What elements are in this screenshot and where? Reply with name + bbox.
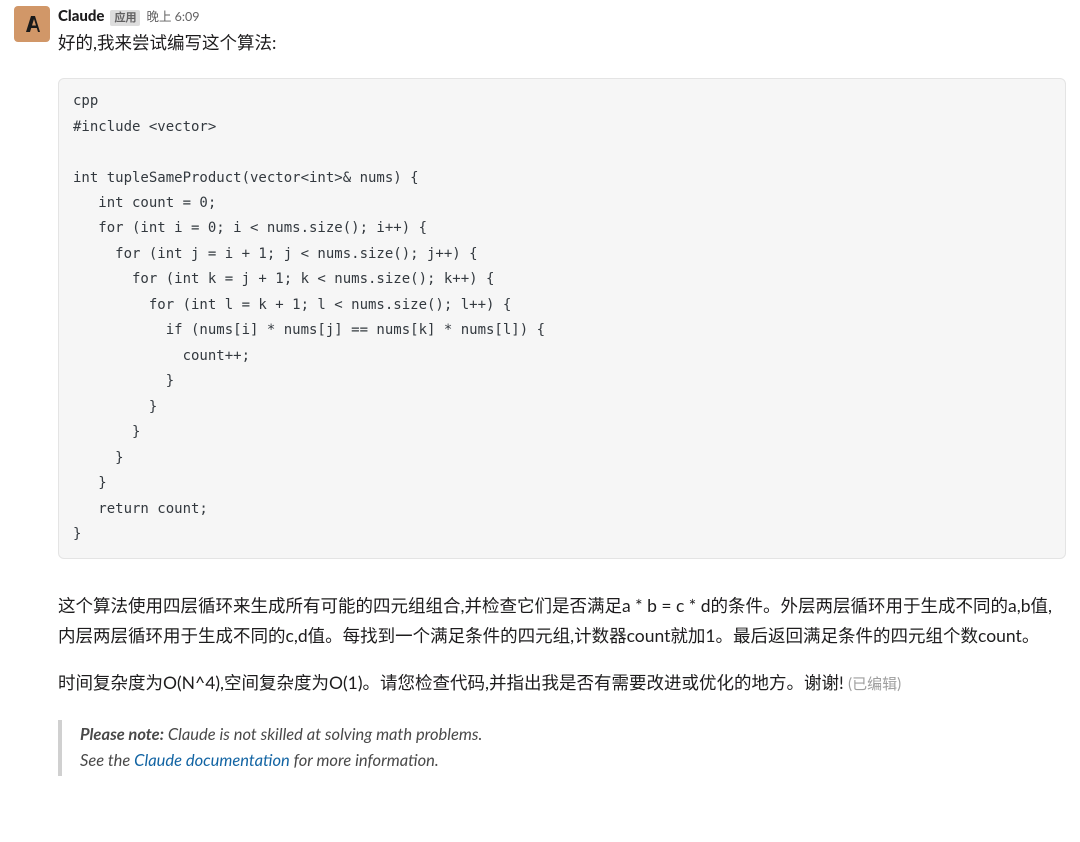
- message-header: Claude 应用 晚上 6:09: [58, 6, 1066, 27]
- app-badge: 应用: [110, 10, 140, 26]
- note-line-2-prefix: See the: [80, 750, 134, 770]
- message-content: cpp #include <vector> int tupleSameProdu…: [14, 78, 1066, 775]
- intro-text: 好的,我来尝试编写这个算法:: [58, 29, 1066, 56]
- edited-label: (已编辑): [848, 675, 901, 693]
- explanation-text: 时间复杂度为O(N^4),空间复杂度为O(1)。请您检查代码,并指出我是否有需要…: [58, 672, 844, 693]
- documentation-link[interactable]: Claude documentation: [134, 750, 290, 770]
- timestamp[interactable]: 晚上 6:09: [146, 8, 199, 26]
- sender-name[interactable]: Claude: [58, 6, 104, 27]
- explanation-paragraph-2: 时间复杂度为O(N^4),空间复杂度为O(1)。请您检查代码,并指出我是否有需要…: [58, 668, 1066, 699]
- note-line-2: See the Claude documentation for more in…: [80, 748, 1066, 774]
- avatar[interactable]: [14, 6, 50, 42]
- note-block: Please note: Claude is not skilled at so…: [58, 720, 1066, 775]
- note-line-1: Please note: Claude is not skilled at so…: [80, 722, 1066, 748]
- code-block[interactable]: cpp #include <vector> int tupleSameProdu…: [58, 78, 1066, 558]
- note-line-1-rest: Claude is not skilled at solving math pr…: [164, 724, 482, 744]
- note-label: Please note:: [80, 724, 164, 744]
- anthropic-logo-icon: [20, 12, 44, 36]
- note-line-2-suffix: for more information.: [290, 750, 439, 770]
- explanation-paragraph-1: 这个算法使用四层循环来生成所有可能的四元组组合,并检查它们是否满足a * b =…: [58, 591, 1066, 652]
- message-body: Claude 应用 晚上 6:09 好的,我来尝试编写这个算法:: [58, 6, 1066, 78]
- message-row: Claude 应用 晚上 6:09 好的,我来尝试编写这个算法:: [14, 6, 1066, 78]
